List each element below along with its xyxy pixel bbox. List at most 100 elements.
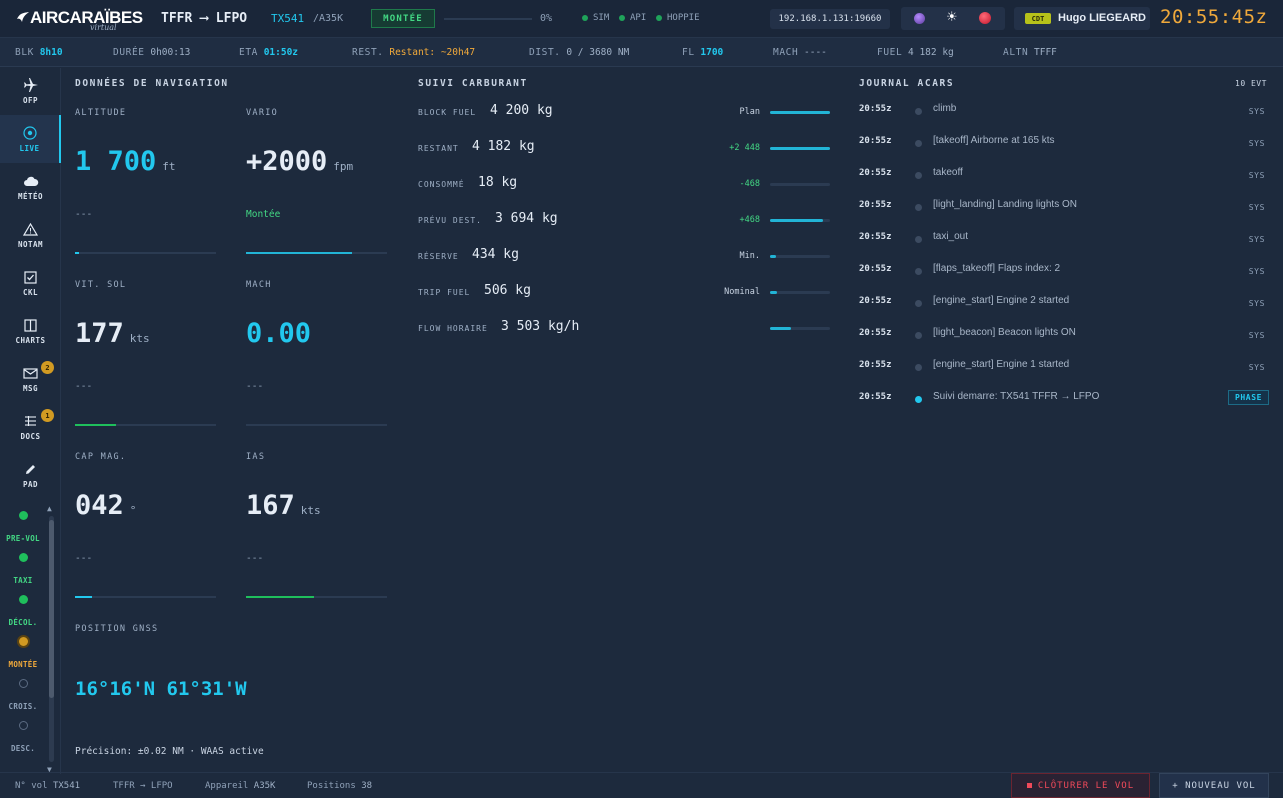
sidebar-item-docs[interactable]: DOCS 1	[0, 404, 61, 451]
close-flight-button[interactable]: CLÔTURER LE VOL	[1011, 773, 1150, 798]
status-dot-icon	[915, 108, 922, 115]
sidebar-item-label: OFP	[22, 96, 39, 105]
ias-unit: kts	[300, 504, 321, 517]
acars-entry[interactable]: 20:55z [light_beacon] Beacon lights ON SYS	[859, 326, 1269, 346]
footer-label: N° vol	[15, 781, 48, 791]
ias-bar	[246, 596, 387, 598]
flight-progress-bar	[444, 18, 532, 20]
footer-aircraft: Appareil A35K	[205, 781, 275, 791]
acars-entry[interactable]: 20:55z takeoff SYS	[859, 166, 1269, 186]
brand-logo[interactable]: AIRCARAÏBES virtual	[16, 6, 143, 34]
scroll-up-icon[interactable]: ▲	[47, 504, 52, 513]
acars-message: takeoff	[933, 167, 963, 178]
aircraft-type: /A35K	[313, 13, 344, 24]
acars-entry[interactable]: 20:55z [takeoff] Airborne at 165 kts SYS	[859, 134, 1269, 154]
api-connection-status: API	[619, 13, 646, 23]
info-value: Restant: ~20h47	[389, 47, 476, 58]
acars-entry[interactable]: 20:55z [engine_start] Engine 2 started SYS	[859, 294, 1269, 314]
checklist-icon	[24, 270, 37, 284]
eta: ETA 01:50z	[239, 47, 298, 58]
close-flight-label: CLÔTURER LE VOL	[1037, 780, 1135, 791]
acars-time: 20:55z	[859, 264, 892, 274]
sidebar-item-msg[interactable]: MSG 2	[0, 356, 61, 403]
phase-todo-icon	[18, 721, 28, 730]
server-address[interactable]: 192.168.1.131:19660	[770, 9, 890, 29]
footer-value: A35K	[253, 781, 276, 791]
fuel-gauge	[770, 291, 830, 294]
footer-bar: N° vol TX541 TFFR → LFPO Appareil A35K P…	[0, 772, 1283, 798]
gnss-label: POSITION GNSS	[75, 624, 159, 634]
acars-entry[interactable]: 20:55z [engine_start] Engine 1 started SYS	[859, 358, 1269, 378]
footer-route: TFFR → LFPO	[113, 781, 173, 791]
footer-label: Appareil	[205, 781, 249, 791]
vario-bar-fill	[246, 252, 352, 254]
phase-label: TAXI	[13, 576, 33, 585]
fuel-value: 434 kg	[472, 247, 519, 262]
phase-label: DÉCOL.	[8, 618, 38, 627]
acars-entry[interactable]: 20:55z Suivi demarre: TX541 TFFR → LFPO PH…	[859, 390, 1269, 410]
acars-entry[interactable]: 20:55z climb SYS	[859, 102, 1269, 122]
sidebar-item-ofp[interactable]: OFP	[0, 68, 61, 115]
acars-entry[interactable]: 20:55z [light_landing] Landing lights ON S…	[859, 198, 1269, 218]
theme-orb-icon[interactable]	[914, 13, 925, 24]
acars-time: 20:55z	[859, 200, 892, 210]
acars-time: 20:55z	[859, 136, 892, 146]
scroll-thumb[interactable]	[49, 520, 54, 698]
fuel-row: TRIP FUEL 506 kg Nominal	[418, 282, 830, 302]
fuel-note: Nominal	[724, 287, 760, 297]
phase-todo-icon	[18, 679, 28, 688]
sidebar-item-live[interactable]: LIVE	[0, 115, 61, 163]
sidebar-item-label: CKL	[22, 288, 39, 297]
phase-done-icon	[18, 595, 28, 604]
phase-scrollbar[interactable]: ▲ ▼	[47, 504, 56, 774]
fuel-label: FLOW HORAIRE	[418, 324, 488, 333]
connection-label: SIM	[593, 13, 610, 23]
acars-entry[interactable]: 20:55z taxi_out SYS	[859, 230, 1269, 250]
status-dot-icon	[915, 204, 922, 211]
fuel-gauge-fill	[770, 291, 778, 294]
gnss-position: 16°16'N 61°31'W	[75, 678, 247, 700]
bird-icon	[17, 12, 29, 22]
fuel-row: CONSOMMÉ 18 kg -468	[418, 174, 830, 194]
fuel-gauge-fill	[770, 147, 830, 150]
altitude-bar-fill	[75, 252, 80, 254]
role-badge: CDT	[1025, 13, 1051, 24]
fuel-note: -468	[739, 179, 760, 189]
sidebar-item-charts[interactable]: CHARTS	[0, 308, 61, 355]
ground-speed-bar	[75, 424, 216, 426]
info-value: ----	[804, 47, 827, 58]
fuel-gauge-fill	[770, 111, 830, 114]
sidebar-item-pad[interactable]: PAD	[0, 452, 61, 499]
flight-progress-text: 0%	[540, 13, 553, 24]
phase-label: MONTÉE	[8, 660, 38, 669]
acars-entry[interactable]: 20:55z [flaps_takeoff] Flaps index: 2 SYS	[859, 262, 1269, 282]
sidebar: OFP LIVE MÉTÉO NOTAM CKL CHARTS MSG 2 DO…	[0, 68, 61, 774]
hoppie-connection-status: HOPPIE	[656, 13, 700, 23]
phase-label: DESC.	[10, 744, 36, 753]
sidebar-item-ckl[interactable]: CKL	[0, 260, 61, 307]
fuel-gauge	[770, 255, 830, 258]
acars-time: 20:55z	[859, 232, 892, 242]
heading-bar	[75, 596, 216, 598]
sidebar-item-notam[interactable]: NOTAM	[0, 212, 61, 259]
acars-tag: SYS	[1248, 363, 1265, 372]
acars-time: 20:55z	[859, 168, 892, 178]
sidebar-item-label: DOCS	[20, 432, 41, 441]
fuel-value: 4 182 kg	[472, 139, 535, 154]
info-value: 0 / 3680 NM	[566, 47, 630, 58]
fuel-note: Plan	[739, 107, 760, 117]
sidebar-item-label: CHARTS	[15, 336, 46, 345]
mach-sub: ---	[246, 381, 264, 392]
live-icon	[22, 125, 37, 140]
alert-record-icon[interactable]	[979, 12, 991, 24]
heading-number: 042	[75, 490, 124, 521]
new-flight-button[interactable]: + NOUVEAU VOL	[1159, 773, 1269, 798]
phase-step: DESC.	[0, 721, 46, 753]
acars-tag: SYS	[1248, 203, 1265, 212]
user-profile[interactable]: CDT Hugo LIEGEARD	[1014, 7, 1150, 30]
acars-event-count: 10 EVT	[1235, 79, 1267, 88]
fuel-row: PRÉVU DEST. 3 694 kg +468	[418, 210, 830, 230]
fuel-gauge	[770, 327, 830, 330]
brightness-icon[interactable]: ☀	[946, 10, 958, 25]
sidebar-item-meteo[interactable]: MÉTÉO	[0, 164, 61, 211]
